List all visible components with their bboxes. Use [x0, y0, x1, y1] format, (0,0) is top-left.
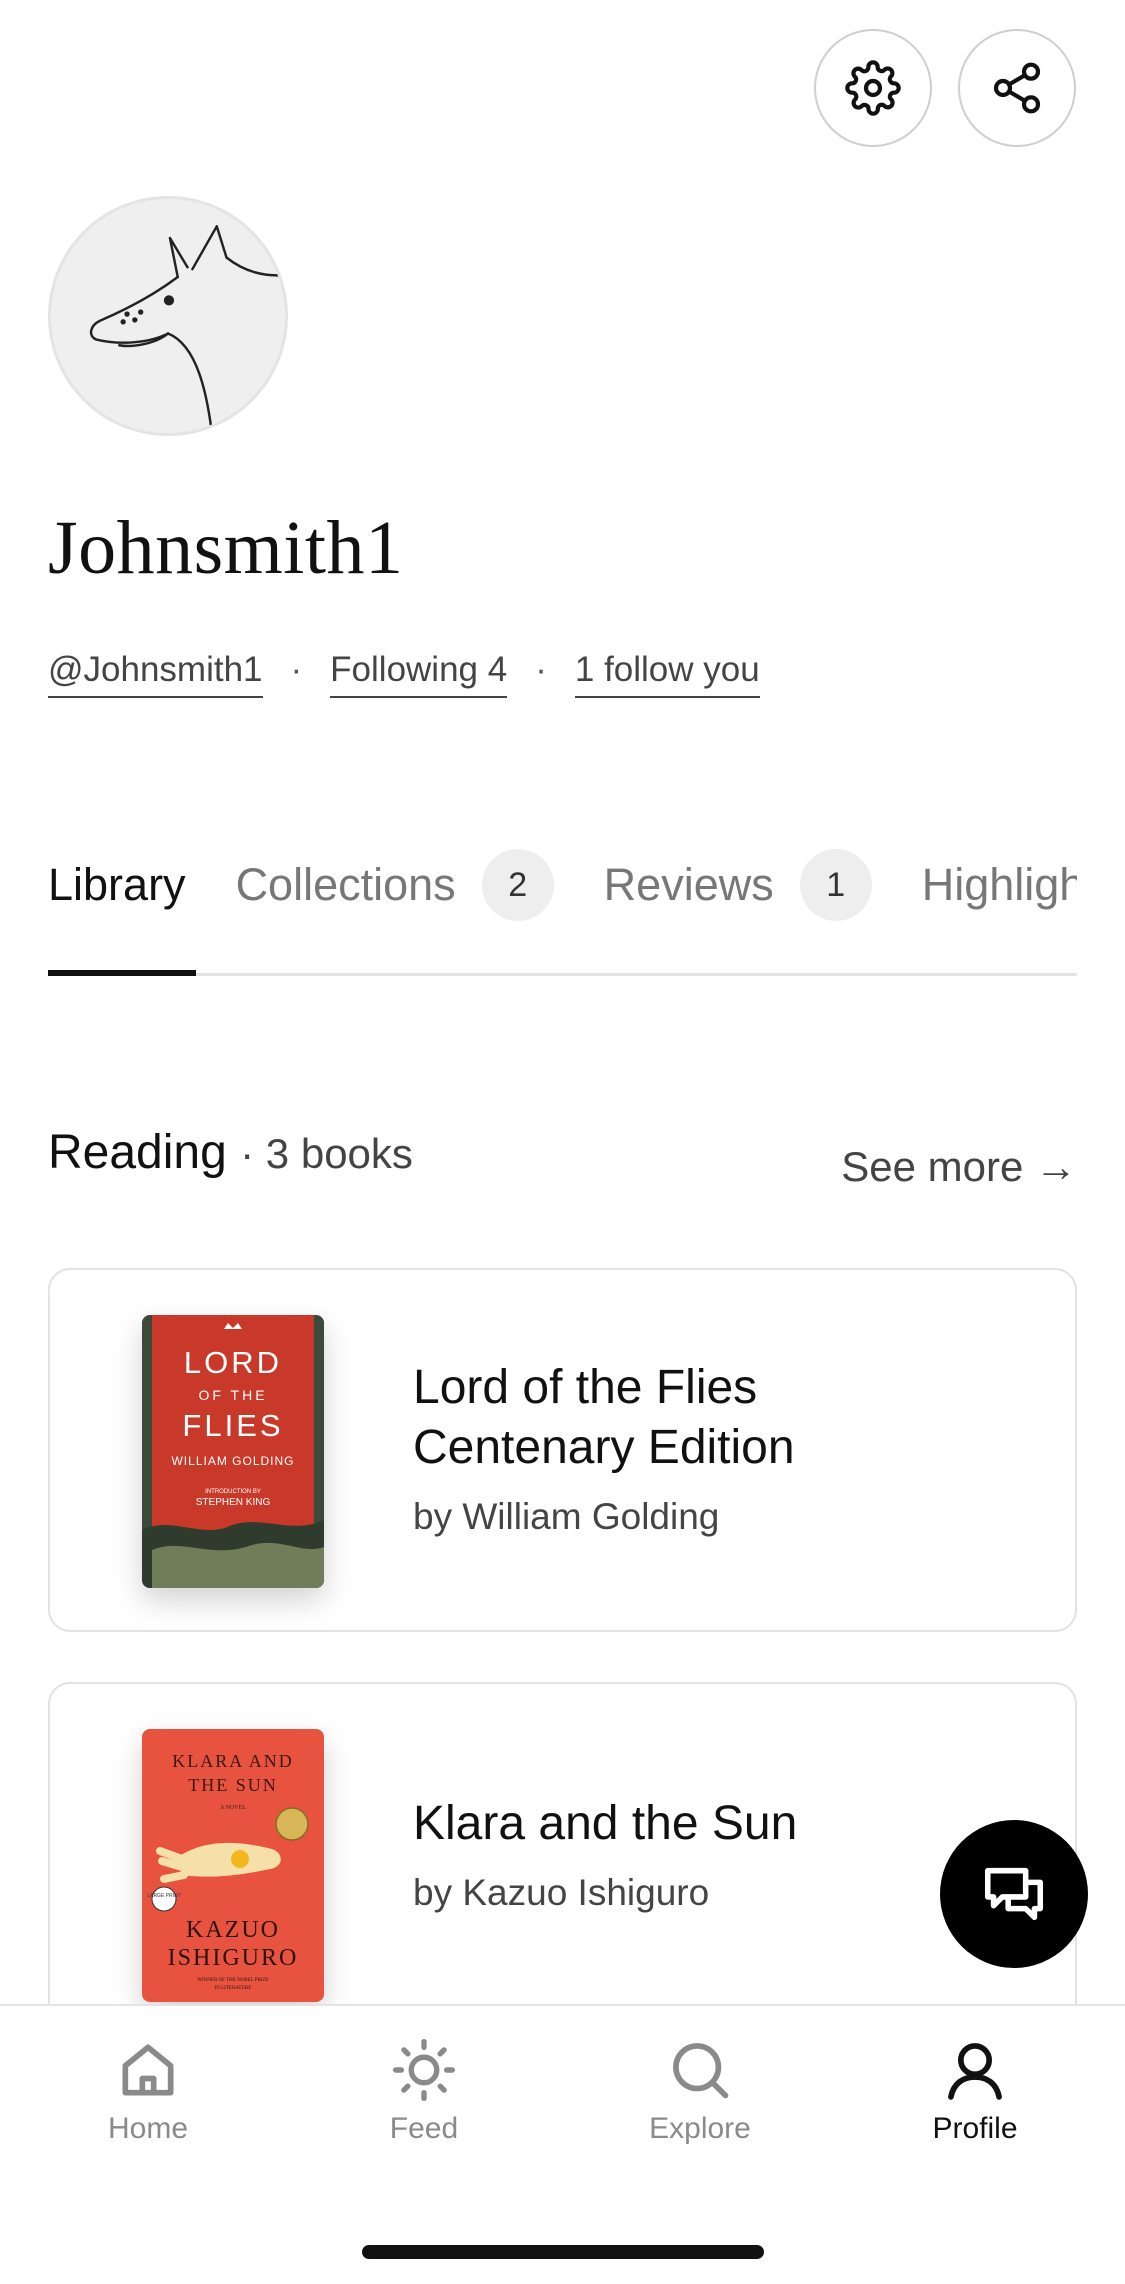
book-cover-art: LORD OF THE FLIES WILLIAM GOLDING INTROD…: [142, 1315, 324, 1588]
profile-tabs: Library Collections 2 Reviews 1 Highligh…: [48, 810, 1077, 976]
nav-label: Profile: [932, 2112, 1018, 2145]
cover-text: KLARA AND: [172, 1751, 294, 1771]
profile-screen: Johnsmith1 @Johnsmith1 · Following 4 · 1…: [0, 0, 1125, 2284]
avatar[interactable]: [48, 196, 288, 436]
tab-collections[interactable]: Collections 2: [236, 849, 554, 921]
cover-text: OF THE: [198, 1387, 267, 1403]
count-badge: 1: [799, 849, 872, 921]
tab-highlights[interactable]: Highlights: [922, 859, 1077, 911]
separator-dot: ·: [290, 650, 303, 689]
active-tab-indicator: [48, 970, 196, 976]
book-card[interactable]: KLARA AND THE SUN A NOVEL LARGE PRINT KA…: [48, 1682, 1077, 2046]
cover-text: FLIES: [182, 1408, 283, 1443]
book-author: by Kazuo Ishiguro: [413, 1872, 710, 1913]
cover-text: IN LITERATURE: [215, 1986, 252, 1991]
book-info: Klara and the Sun by Kazuo Ishiguro: [413, 1794, 797, 1914]
cover-text: KAZUO: [186, 1917, 280, 1943]
book-title-line: Centenary Edition: [413, 1421, 795, 1474]
book-cover: LORD OF THE FLIES WILLIAM GOLDING INTROD…: [142, 1315, 324, 1588]
section-label: Reading: [48, 1126, 227, 1179]
book-cover-art: KLARA AND THE SUN A NOVEL LARGE PRINT KA…: [142, 1729, 324, 2002]
tab-label: Library: [48, 859, 186, 910]
share-button[interactable]: [958, 29, 1076, 147]
followers-link[interactable]: 1 follow you: [574, 650, 760, 698]
share-icon: [993, 62, 1041, 114]
book-title-line: Klara and the Sun: [413, 1797, 798, 1850]
see-more-link[interactable]: See more →: [841, 1143, 1077, 1191]
tab-label: Reviews: [603, 859, 774, 910]
cover-text: ISHIGURO: [168, 1945, 299, 1971]
nav-profile[interactable]: Profile: [875, 2036, 1075, 2146]
search-icon: [673, 2043, 729, 2099]
book-cover: KLARA AND THE SUN A NOVEL LARGE PRINT KA…: [142, 1729, 324, 2002]
sun-icon: [392, 2038, 456, 2102]
tabs-divider: [48, 973, 1077, 976]
nav-label: Feed: [389, 2112, 459, 2145]
home-indicator: [362, 2245, 764, 2259]
chat-fab-button[interactable]: [940, 1820, 1088, 1968]
count-badge: 2: [481, 849, 554, 921]
nav-label: Explore: [649, 2112, 751, 2145]
dog-sketch-icon: [89, 225, 285, 433]
book-author: by William Golding: [413, 1496, 720, 1537]
home-icon: [122, 2044, 174, 2096]
nav-home[interactable]: Home: [48, 2036, 248, 2146]
cover-text: STEPHEN KING: [196, 1497, 271, 1508]
profile-meta: @Johnsmith1 · Following 4 · 1 follow you: [48, 650, 760, 698]
handle-link[interactable]: @Johnsmith1: [48, 650, 263, 698]
book-card[interactable]: LORD OF THE FLIES WILLIAM GOLDING INTROD…: [48, 1268, 1077, 1632]
cover-text: WILLIAM GOLDING: [171, 1454, 294, 1468]
book-title-line: Lord of the Flies: [413, 1361, 758, 1414]
section-title: Reading · 3 books: [48, 1125, 413, 1180]
separator-dot: ·: [535, 650, 547, 689]
display-name: Johnsmith1: [48, 506, 404, 590]
tab-label: Collections: [235, 859, 456, 910]
cover-text: THE SUN: [188, 1775, 278, 1795]
bottom-nav: Home Feed Explore Profile: [0, 2004, 1125, 2284]
reading-section-header: Reading · 3 books See more →: [48, 1125, 1077, 1205]
nav-feed[interactable]: Feed: [324, 2036, 524, 2146]
tab-label: Highlights: [921, 859, 1077, 910]
nav-explore[interactable]: Explore: [600, 2036, 800, 2146]
gear-icon: [845, 60, 901, 116]
following-link[interactable]: Following 4: [330, 650, 508, 698]
person-icon: [948, 2043, 1002, 2100]
large-print-badge: LARGE PRINT: [147, 1893, 180, 1899]
tab-reviews[interactable]: Reviews 1: [604, 849, 872, 921]
section-count: · 3 books: [240, 1130, 413, 1177]
nav-label: Home: [107, 2112, 189, 2145]
cover-text: INTRODUCTION BY: [205, 1489, 261, 1495]
tab-library[interactable]: Library: [48, 859, 186, 911]
cover-text: LORD: [184, 1345, 282, 1380]
book-info: Lord of the Flies Centenary Edition by W…: [413, 1358, 795, 1538]
cover-text: WINNER OF THE NOBEL PRIZE: [197, 1978, 268, 1983]
chat-bubbles-icon: [984, 1867, 1044, 1921]
settings-button[interactable]: [814, 29, 932, 147]
cover-text: A NOVEL: [220, 1805, 246, 1811]
